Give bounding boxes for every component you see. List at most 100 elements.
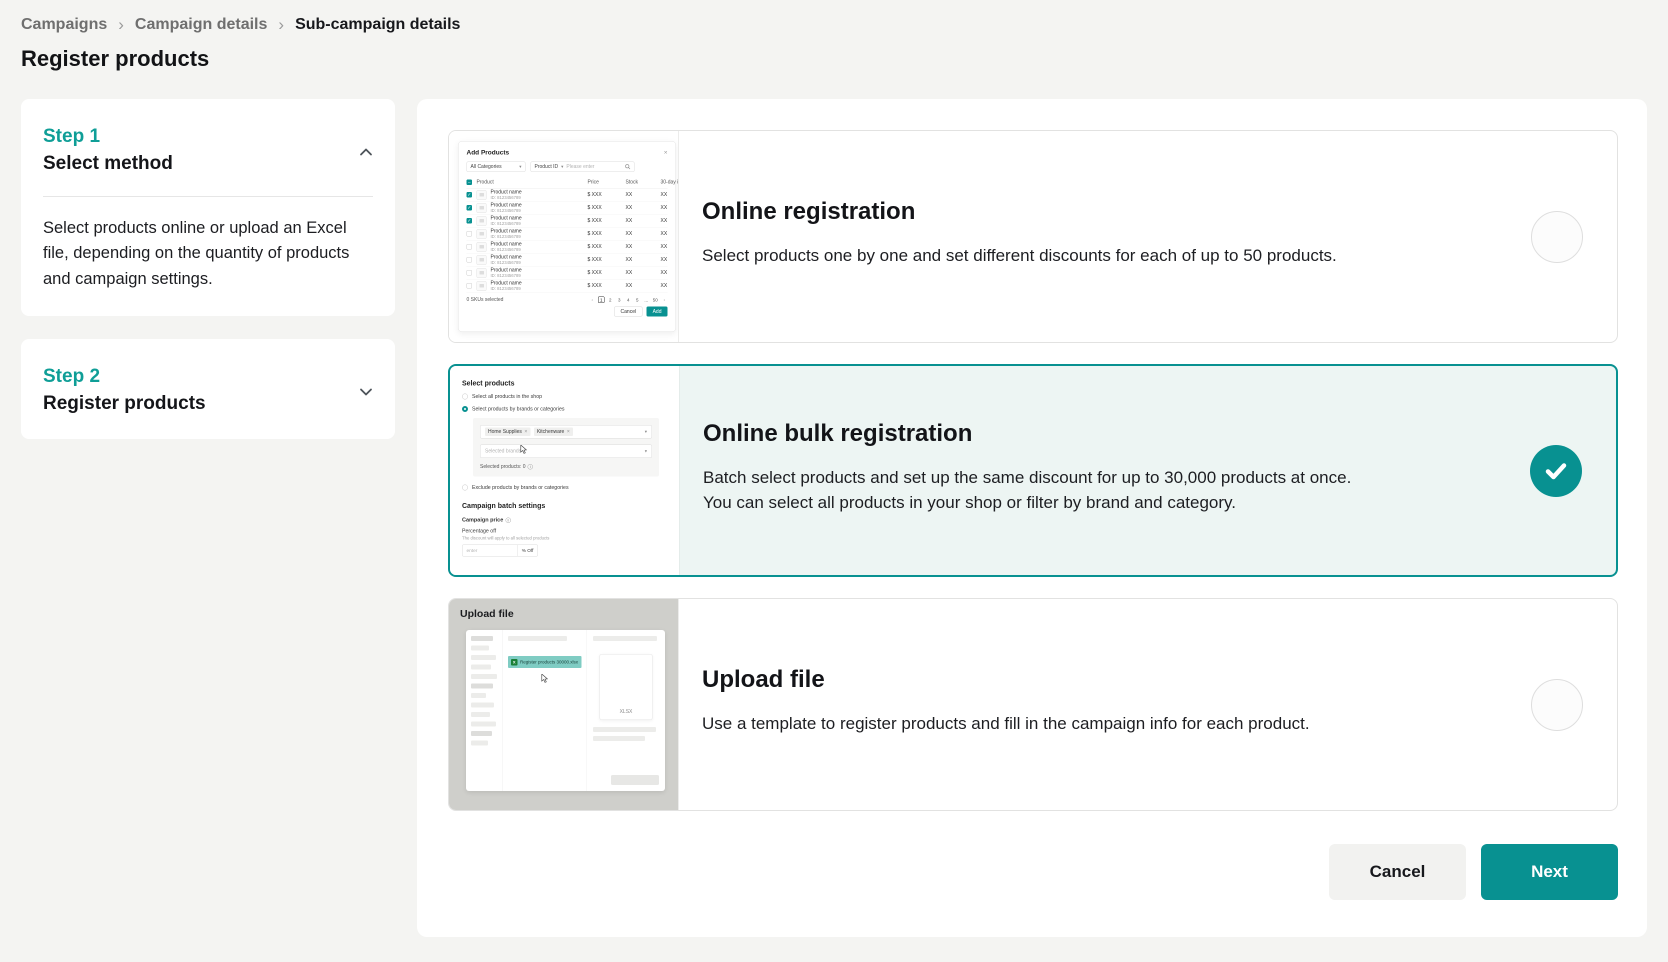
divider — [43, 196, 373, 197]
thumb-page: › — [661, 297, 668, 304]
radio-online-bulk-registration[interactable] — [1530, 445, 1582, 497]
thumb-brands-field: Selected brands ▾ — [480, 445, 652, 459]
checkbox-icon: ✓ — [467, 205, 473, 211]
step-1-title: Select method — [43, 153, 373, 175]
thumb-skeleton-bar — [471, 741, 488, 746]
thumb-skeleton-bar — [471, 636, 493, 641]
thumb-category-chip: Home Supplies× — [485, 428, 530, 437]
upload-file-thumbnail: Upload file X Register products 30000.xl… — [449, 599, 679, 810]
thumb-skeleton-bar — [471, 693, 486, 698]
thumb-skeleton-bar — [471, 703, 494, 708]
method-options: Add Products × All Categories▾ Product I… — [448, 130, 1618, 811]
thumb-pagination: ‹12345...50› — [589, 297, 668, 304]
thumb-select-products-form: Select products Select all products in t… — [462, 379, 672, 557]
thumb-add-products-modal: Add Products × All Categories▾ Product I… — [458, 141, 676, 332]
breadcrumb-campaigns[interactable]: Campaigns — [21, 16, 107, 34]
thumb-categories-field: Home Supplies×Kitchenware×▾ — [480, 425, 652, 439]
select-method-panel: Add Products × All Categories▾ Product I… — [417, 99, 1647, 937]
thumb-page: 50 — [652, 297, 659, 304]
cancel-button[interactable]: Cancel — [1329, 844, 1466, 900]
thumb-table-row: Product nameID: 8123456789$ XXXXXXX — [467, 267, 668, 280]
search-icon — [625, 164, 631, 170]
thumb-category-filter: All Categories▾ — [467, 162, 526, 173]
thumb-page: ... — [643, 297, 650, 304]
thumb-product-image — [477, 268, 487, 278]
thumb-file-browser: X Register products 30000.xlsx XLSX — [466, 630, 665, 791]
thumb-product-image — [477, 281, 487, 291]
thumb-skeleton-bar — [471, 731, 492, 736]
option-title: Upload file — [702, 666, 1467, 694]
thumb-page: ‹ — [589, 297, 596, 304]
option-description: Use a template to register products and … — [702, 711, 1358, 737]
next-button[interactable]: Next — [1481, 844, 1618, 900]
thumb-product-image — [477, 255, 487, 265]
thumb-skeleton-bar — [471, 655, 496, 660]
radio-online-registration[interactable] — [1531, 211, 1583, 263]
thumb-page: 4 — [625, 297, 632, 304]
step-2-card: Step 2 Register products — [21, 339, 395, 439]
thumb-table-row: ✓Product nameID: 8123456789$ XXXXXXX — [467, 215, 668, 228]
thumb-category-chip: Kitchenware× — [534, 428, 573, 437]
breadcrumb-campaign-details[interactable]: Campaign details — [135, 16, 267, 34]
thumb-table-row: Product nameID: 8123456789$ XXXXXXX — [467, 241, 668, 254]
thumb-table-row: ✓Product nameID: 8123456789$ XXXXXXX — [467, 189, 668, 202]
info-icon: i — [505, 517, 511, 523]
checkbox-icon — [467, 283, 473, 289]
thumb-sku-count: 0 SKUs selected — [467, 297, 504, 303]
remove-chip-icon: × — [524, 429, 527, 435]
breadcrumb-separator-icon: › — [118, 16, 124, 33]
radio-icon — [462, 394, 468, 400]
option-description: Select products one by one and set diffe… — [702, 243, 1358, 269]
step-2-kicker: Step 2 — [43, 366, 373, 388]
thumb-table-row: ✓Product nameID: 8123456789$ XXXXXXX — [467, 202, 668, 215]
online-bulk-registration-thumbnail: Select products Select all products in t… — [450, 366, 680, 575]
thumb-skeleton-bar — [471, 722, 496, 727]
radio-upload-file[interactable] — [1531, 679, 1583, 731]
radio-checked-icon — [462, 406, 468, 412]
close-icon: × — [664, 149, 668, 157]
thumb-add-button: Add — [647, 307, 668, 317]
option-online-registration[interactable]: Add Products × All Categories▾ Product I… — [448, 130, 1618, 343]
cursor-icon — [541, 674, 549, 683]
thumb-table-row: Product nameID: 8123456789$ XXXXXXX — [467, 280, 668, 293]
check-icon — [1541, 456, 1571, 486]
info-icon: i — [528, 464, 534, 470]
thumb-product-image — [477, 229, 487, 239]
option-title: Online bulk registration — [703, 420, 1466, 448]
thumb-skeleton-bar — [471, 646, 489, 651]
option-description: Batch select products and set up the sam… — [703, 465, 1359, 516]
panel-footer: Cancel Next — [448, 844, 1618, 900]
thumb-page: 3 — [616, 297, 623, 304]
step-1-description: Select products online or upload an Exce… — [43, 216, 373, 292]
thumb-product-image — [477, 216, 487, 226]
thumb-button-skeleton — [611, 775, 659, 785]
checkbox-icon: – — [467, 180, 473, 186]
thumb-product-image — [477, 190, 487, 200]
page-title: Register products — [21, 46, 1647, 72]
page: Campaigns › Campaign details › Sub-campa… — [0, 0, 1668, 937]
chevron-up-icon[interactable] — [357, 143, 375, 161]
checkbox-icon: ✓ — [467, 218, 473, 224]
checkbox-icon — [467, 244, 473, 250]
thumb-file-preview: XLSX — [600, 654, 653, 720]
checkbox-icon — [467, 270, 473, 276]
thumb-table-row: Product nameID: 8123456789$ XXXXXXX — [467, 254, 668, 267]
excel-file-icon: X — [511, 659, 518, 666]
thumb-page: 1 — [598, 297, 605, 304]
thumb-product-image — [477, 203, 487, 213]
radio-icon — [462, 485, 468, 491]
option-upload-file[interactable]: Upload file X Register products 30000.xl… — [448, 598, 1618, 811]
checkbox-icon — [467, 231, 473, 237]
cursor-icon — [520, 445, 528, 454]
thumb-table-header: – Product Price Stock 30-day items sold — [467, 177, 668, 189]
breadcrumb-sub-campaign-details: Sub-campaign details — [295, 16, 460, 34]
option-online-bulk-registration[interactable]: Select products Select all products in t… — [448, 364, 1618, 577]
thumb-page: 5 — [634, 297, 641, 304]
thumb-page: 2 — [607, 297, 614, 304]
thumb-table-row: Product nameID: 8123456789$ XXXXXXX — [467, 228, 668, 241]
checkbox-icon — [467, 257, 473, 263]
step-1-kicker: Step 1 — [43, 126, 373, 148]
chevron-down-icon[interactable] — [357, 383, 375, 401]
thumb-skeleton-bar — [471, 674, 497, 679]
thumb-selected-file: X Register products 30000.xlsx — [508, 656, 582, 668]
